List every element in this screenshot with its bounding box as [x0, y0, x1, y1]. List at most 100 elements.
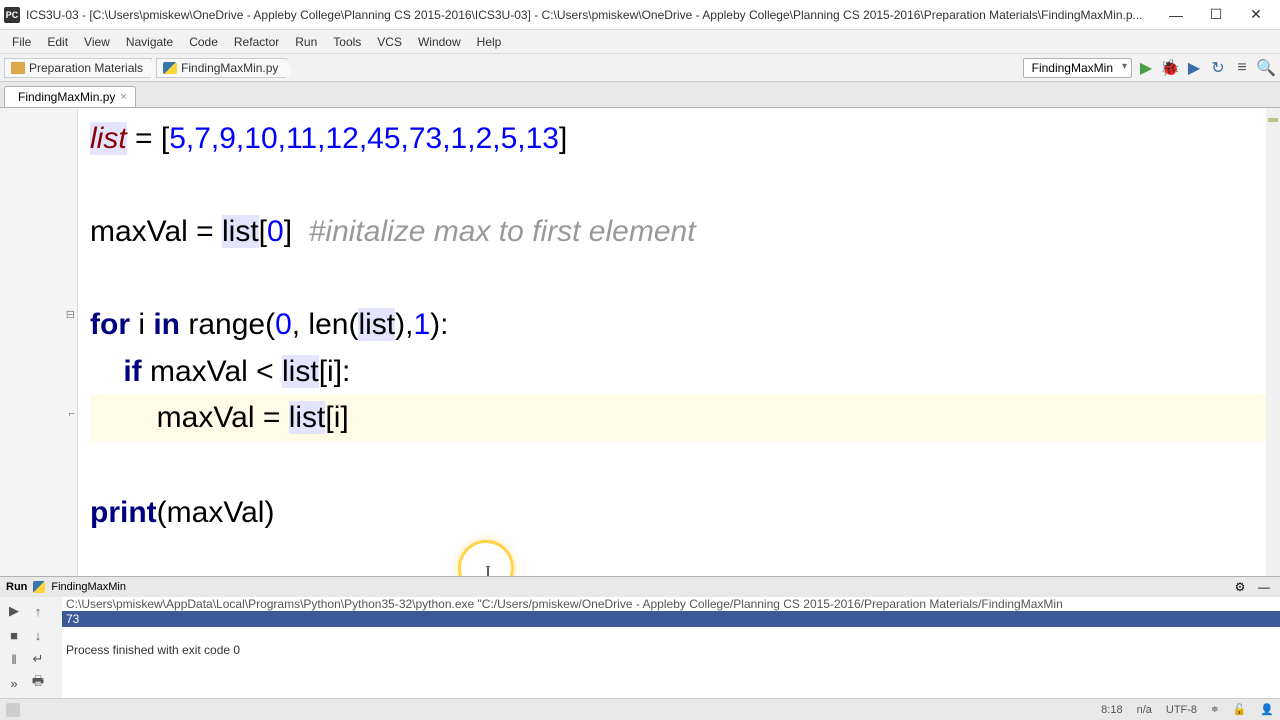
code-token: , len(: [292, 308, 359, 341]
menubar: File Edit View Navigate Code Refactor Ru…: [0, 30, 1280, 54]
menu-refactor[interactable]: Refactor: [226, 33, 287, 51]
run-button[interactable]: ▶: [1136, 58, 1156, 78]
code-token: ),: [395, 308, 413, 341]
scroll-tick: [1268, 118, 1278, 122]
code-token: if: [123, 355, 141, 388]
output-exit-message: Process finished with exit code 0: [62, 639, 1280, 661]
status-hector-icon[interactable]: 👤: [1260, 703, 1274, 716]
close-window-button[interactable]: ✕: [1236, 1, 1276, 29]
code-editor[interactable]: ⊟ ⌐ list = [5,7,9,10,11,12,45,73,1,2,5,1…: [0, 108, 1280, 576]
file-tab[interactable]: FindingMaxMin.py ×: [4, 86, 136, 107]
code-token: for: [90, 308, 130, 341]
breadcrumb-folder-label: Preparation Materials: [29, 61, 143, 75]
stop-process-button[interactable]: ■: [2, 623, 26, 647]
close-tab-button[interactable]: ×: [120, 91, 126, 103]
status-caret-position: 8:18: [1101, 704, 1122, 716]
menu-vcs[interactable]: VCS: [369, 33, 410, 51]
file-tab-label: FindingMaxMin.py: [18, 90, 115, 104]
panel-hide-icon[interactable]: —: [1254, 577, 1274, 597]
breadcrumb-file[interactable]: FindingMaxMin.py: [156, 58, 287, 78]
window-title: ICS3U-03 - [C:\Users\pmiskew\OneDrive - …: [26, 8, 1156, 22]
stop-button[interactable]: ≡: [1232, 58, 1252, 78]
code-token: range(: [180, 308, 275, 341]
code-area[interactable]: list = [5,7,9,10,11,12,45,73,1,2,5,13] m…: [78, 108, 1280, 576]
menu-run[interactable]: Run: [287, 33, 325, 51]
code-token: in: [153, 308, 180, 341]
fold-marker-icon[interactable]: ⊟: [66, 308, 75, 321]
code-token: (maxVal): [157, 496, 275, 529]
menu-tools[interactable]: Tools: [325, 33, 369, 51]
editor-tabs: FindingMaxMin.py ×: [0, 82, 1280, 108]
run-configuration-dropdown[interactable]: FindingMaxMin: [1023, 58, 1132, 78]
rerun-up-button[interactable]: ↑: [26, 599, 50, 623]
editor-scrollbar[interactable]: [1266, 108, 1280, 576]
code-token: maxVal =: [90, 215, 222, 248]
run-panel-config-name: FindingMaxMin: [51, 581, 126, 593]
code-token: i: [130, 308, 153, 341]
run-tool-window: Run FindingMaxMin ⚙ — ▶ ↑ ■ ↓ ‖ ↵ » 🖶: [0, 576, 1280, 698]
code-token: maxVal =: [90, 401, 289, 434]
rerun-down-button[interactable]: ↓: [26, 623, 50, 647]
status-lock-icon[interactable]: 🔓: [1233, 703, 1247, 716]
code-token: 0: [267, 215, 284, 248]
print-button[interactable]: 🖶: [26, 671, 50, 695]
search-everywhere-button[interactable]: 🔍: [1256, 58, 1276, 78]
code-token: [: [259, 215, 267, 248]
update-button[interactable]: ↻: [1208, 58, 1228, 78]
menu-navigate[interactable]: Navigate: [118, 33, 181, 51]
breadcrumb-folder[interactable]: Preparation Materials: [4, 58, 152, 78]
output-interpreter-path: C:\Users\pmiskew\AppData\Local\Programs\…: [62, 597, 1280, 611]
navigation-bar: Preparation Materials FindingMaxMin.py F…: [0, 54, 1280, 82]
panel-settings-icon[interactable]: ⚙: [1230, 577, 1250, 597]
pause-button[interactable]: ‖: [2, 647, 26, 671]
breadcrumb: Preparation Materials FindingMaxMin.py: [4, 58, 1023, 78]
toggle-soft-wrap-button[interactable]: ↵: [26, 647, 50, 671]
code-token: [i]:: [319, 355, 351, 388]
status-encoding[interactable]: UTF-8: [1166, 704, 1197, 716]
menu-file[interactable]: File: [4, 33, 39, 51]
run-panel-title: Run: [6, 581, 27, 593]
output-result: 73: [62, 611, 1280, 627]
run-panel-sidebar: ▶ ↑ ■ ↓ ‖ ↵ » 🖶: [0, 597, 62, 698]
code-token: 5,7,9,10,11,12,45,73,1,2,5,13: [169, 122, 559, 155]
status-insert-mode: n/a: [1137, 704, 1152, 716]
code-token: 0: [275, 308, 292, 341]
menu-edit[interactable]: Edit: [39, 33, 76, 51]
code-token: 1: [413, 308, 430, 341]
run-panel-header[interactable]: Run FindingMaxMin ⚙ —: [0, 577, 1280, 597]
maximize-button[interactable]: ☐: [1196, 1, 1236, 29]
breadcrumb-file-label: FindingMaxMin.py: [181, 61, 278, 75]
code-token: ]: [284, 215, 309, 248]
window-titlebar: PC ICS3U-03 - [C:\Users\pmiskew\OneDrive…: [0, 0, 1280, 30]
python-file-icon: [33, 581, 45, 593]
menu-help[interactable]: Help: [469, 33, 510, 51]
menu-window[interactable]: Window: [410, 33, 469, 51]
ring-highlight-overlay: I: [458, 540, 514, 576]
run-with-coverage-button[interactable]: ▶: [1184, 58, 1204, 78]
rerun-button[interactable]: ▶: [2, 599, 26, 623]
python-file-icon: [163, 62, 177, 74]
code-token: maxVal <: [142, 355, 282, 388]
code-comment: #initalize max to first element: [309, 215, 696, 248]
editor-gutter[interactable]: ⊟ ⌐: [0, 108, 78, 576]
code-token: [90, 355, 123, 388]
status-bar: 8:18 n/a UTF-8≑ 🔓 👤: [0, 698, 1280, 720]
menu-view[interactable]: View: [76, 33, 118, 51]
fold-end-icon[interactable]: ⌐: [69, 408, 75, 420]
code-token: ):: [430, 308, 448, 341]
code-token: list: [358, 308, 395, 341]
run-output[interactable]: C:\Users\pmiskew\AppData\Local\Programs\…: [62, 597, 1280, 698]
code-token: list: [222, 215, 259, 248]
menu-code[interactable]: Code: [181, 33, 226, 51]
code-token: list: [282, 355, 319, 388]
folder-icon: [11, 62, 25, 74]
more-run-actions-button[interactable]: »: [2, 671, 26, 695]
code-token: print: [90, 496, 157, 529]
code-token: [i]: [325, 401, 348, 434]
code-token: list: [90, 122, 127, 155]
code-token: ]: [559, 122, 567, 155]
minimize-button[interactable]: —: [1156, 1, 1196, 29]
debug-button[interactable]: 🐞: [1160, 58, 1180, 78]
status-icon[interactable]: [6, 703, 20, 717]
code-token: list: [289, 401, 326, 434]
